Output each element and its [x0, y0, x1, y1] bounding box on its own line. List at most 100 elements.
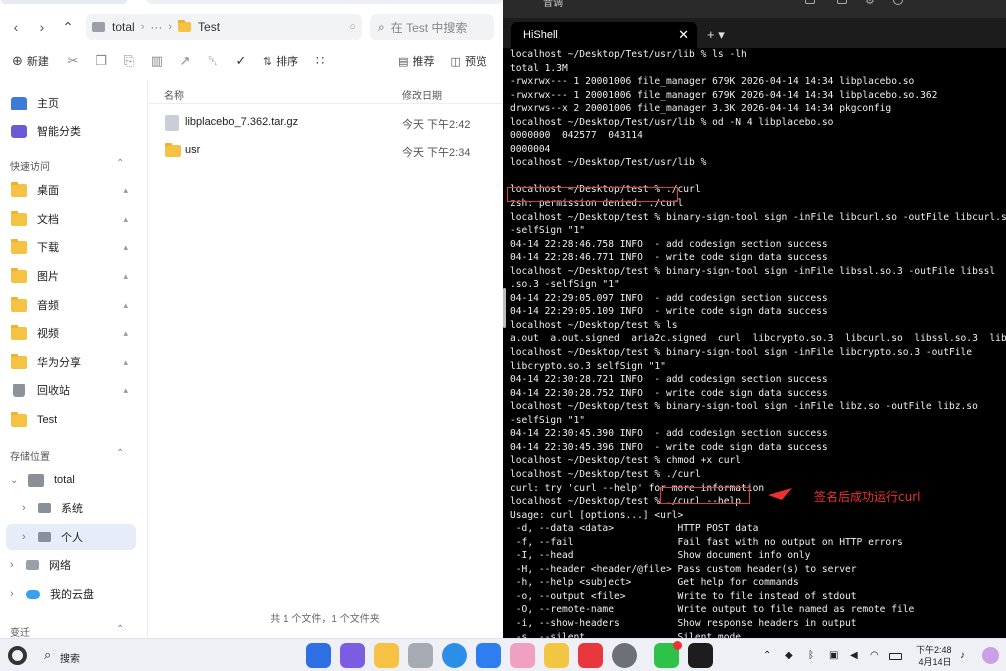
sidebar-item-documents[interactable]: 文档 ▴ [6, 206, 136, 232]
notification-icon[interactable]: ♪ [960, 650, 965, 661]
battery-icon[interactable] [889, 653, 902, 660]
breadcrumb-current[interactable]: Test [178, 20, 220, 34]
folder-icon [11, 324, 27, 340]
forward-button[interactable]: › [30, 16, 54, 38]
terminal-tab[interactable]: HiShell ✕ [511, 22, 697, 48]
chevron-up-icon[interactable]: ⌃ [763, 650, 771, 661]
column-name[interactable]: 名称 [164, 87, 184, 102]
pin-icon[interactable]: ▴ [123, 271, 128, 282]
pin-icon[interactable]: ▴ [123, 300, 128, 311]
recycle-bin-icon[interactable] [408, 643, 433, 668]
terminal-line: 04-14 22:29:05.097 INFO - add codesign s… [510, 292, 828, 304]
file-row-folder[interactable]: usr 今天 下午2:34 [148, 137, 504, 165]
sidebar-item-recycle-bin[interactable]: 回收站 ▴ [6, 377, 136, 403]
delete-icon[interactable]: ␡ [199, 53, 227, 69]
terminal-line: -rwxrwx--- 1 20001006 file_manager 679K … [510, 89, 938, 101]
recommend-button[interactable]: ▤ 推荐 [398, 50, 434, 72]
browser-icon[interactable] [442, 643, 467, 668]
tab-test[interactable] [0, 0, 128, 4]
wifi-icon[interactable]: ◠ [870, 650, 879, 661]
chevron-down-icon: ⌄ [10, 474, 19, 486]
breadcrumb-ellipsis[interactable]: ··· [150, 20, 162, 34]
column-modified[interactable]: 修改日期 [402, 87, 442, 102]
terminal-titlebar: 音调 ⚙ [503, 0, 1006, 18]
search-input[interactable]: ⌕ 在 Test 中搜索 [370, 14, 494, 40]
rename-icon[interactable]: ▥ [143, 53, 171, 69]
sidebar-item-total[interactable]: ⌄ total [6, 467, 136, 493]
settings-icon[interactable]: ⚙ [865, 0, 875, 7]
window-control-icon[interactable] [805, 0, 815, 4]
folder-icon [11, 238, 27, 254]
copy-icon[interactable]: ❐ [87, 53, 115, 69]
drive-icon [38, 503, 51, 513]
scrollbar[interactable] [503, 288, 506, 328]
sidebar-item-personal[interactable]: › 个人 [6, 524, 136, 550]
gallery-icon[interactable] [510, 643, 535, 668]
bluetooth-icon[interactable]: ᛒ [808, 650, 814, 661]
pin-icon[interactable]: ▴ [123, 185, 128, 196]
taskbar-search[interactable]: 搜索 [60, 650, 80, 665]
new-button[interactable]: ⊕ 新建 [12, 50, 49, 72]
input-method-icon[interactable]: ▣ [829, 650, 838, 661]
info-icon[interactable] [893, 0, 903, 5]
breadcrumb-drive[interactable]: total [92, 20, 135, 34]
pin-icon[interactable]: ▴ [123, 328, 128, 339]
pin-icon[interactable]: ▴ [123, 385, 128, 396]
cut-icon[interactable]: ✂ [59, 53, 87, 69]
breadcrumb[interactable]: total › ··· › Test ○ [86, 14, 362, 40]
window-control-icon[interactable] [837, 0, 847, 4]
chevron-right-icon: › [22, 531, 26, 543]
storage-header[interactable]: 存储位置 ⌃ [10, 448, 124, 463]
sidebar-item-downloads[interactable]: 下载 ▴ [6, 234, 136, 260]
up-button[interactable]: ⌃ [56, 16, 80, 38]
select-all-icon[interactable]: ✓ [227, 53, 255, 69]
file-row-archive[interactable]: libplacebo_7.362.tar.gz 今天 下午2:42 [148, 109, 504, 137]
pin-icon[interactable]: ▴ [123, 357, 128, 368]
sidebar-item-system[interactable]: › 系统 [6, 495, 136, 521]
clock[interactable]: 下午2:48 4月14日 [916, 644, 952, 668]
sidebar-item-test[interactable]: Test [6, 407, 136, 433]
sidebar-item-home[interactable]: 主页 [6, 90, 136, 116]
sidebar-item-network[interactable]: › 网络 [6, 552, 136, 578]
preview-button[interactable]: ◫ 预览 [451, 50, 487, 72]
more-options-icon[interactable]: ∷ [306, 53, 334, 69]
chevron-up-icon: ⌃ [116, 158, 125, 169]
terminal-output[interactable]: localhost ~/Desktop/Test/usr/lib % ls -l… [510, 48, 1006, 638]
start-icon[interactable] [8, 646, 27, 665]
terminal-window: 音调 ⚙ HiShell ✕ + ▾ localhost ~/Desktop/T… [503, 0, 1006, 638]
notes-icon[interactable] [544, 643, 569, 668]
mail-icon[interactable] [476, 643, 501, 668]
window-switcher-icon[interactable] [340, 643, 365, 668]
volume-icon[interactable]: ◀ [850, 650, 858, 661]
pin-icon[interactable]: ▴ [123, 242, 128, 253]
pin-icon[interactable]: ▴ [123, 214, 128, 225]
sidebar-item-huawei-share[interactable]: 华为分享 ▴ [6, 349, 136, 375]
settings-icon[interactable] [612, 643, 637, 668]
app-launcher-icon[interactable] [306, 643, 331, 668]
chevron-up-icon: ⌃ [116, 624, 125, 635]
assistant-icon[interactable] [982, 647, 999, 664]
chevron-up-icon: ⌃ [62, 18, 74, 35]
sidebar-item-videos[interactable]: 视频 ▴ [6, 320, 136, 346]
sidebar-item-desktop[interactable]: 桌面 ▴ [6, 177, 136, 203]
file-manager-icon[interactable] [374, 643, 399, 668]
sidebar-item-audio[interactable]: 音频 ▴ [6, 292, 136, 318]
paste-icon[interactable]: ⎘ [115, 53, 143, 69]
sidebar-item-smart-categories[interactable]: 智能分类 [6, 118, 136, 144]
sidebar-item-my-cloud[interactable]: › 我的云盘 [6, 581, 136, 607]
new-tab-button[interactable]: + ▾ [707, 27, 725, 43]
folder-icon [11, 267, 27, 283]
sort-button[interactable]: ⇅ 排序 [263, 50, 298, 72]
share-icon[interactable]: ↗ [171, 53, 199, 69]
quick-access-header[interactable]: 快速访问 ⌃ [10, 158, 124, 173]
search-icon[interactable]: ⌕ [44, 647, 51, 663]
app-gallery-icon[interactable] [578, 643, 603, 668]
terminal-icon[interactable] [688, 643, 713, 668]
back-button[interactable]: ‹ [4, 16, 28, 38]
shield-icon[interactable]: ◆ [785, 650, 793, 661]
bottom-section-header[interactable]: 变迁 ⌃ [10, 624, 124, 639]
close-icon[interactable]: ✕ [678, 27, 689, 43]
sidebar-item-pictures[interactable]: 图片 ▴ [6, 263, 136, 289]
refresh-icon[interactable]: ○ [349, 21, 356, 33]
archive-icon [165, 115, 179, 131]
